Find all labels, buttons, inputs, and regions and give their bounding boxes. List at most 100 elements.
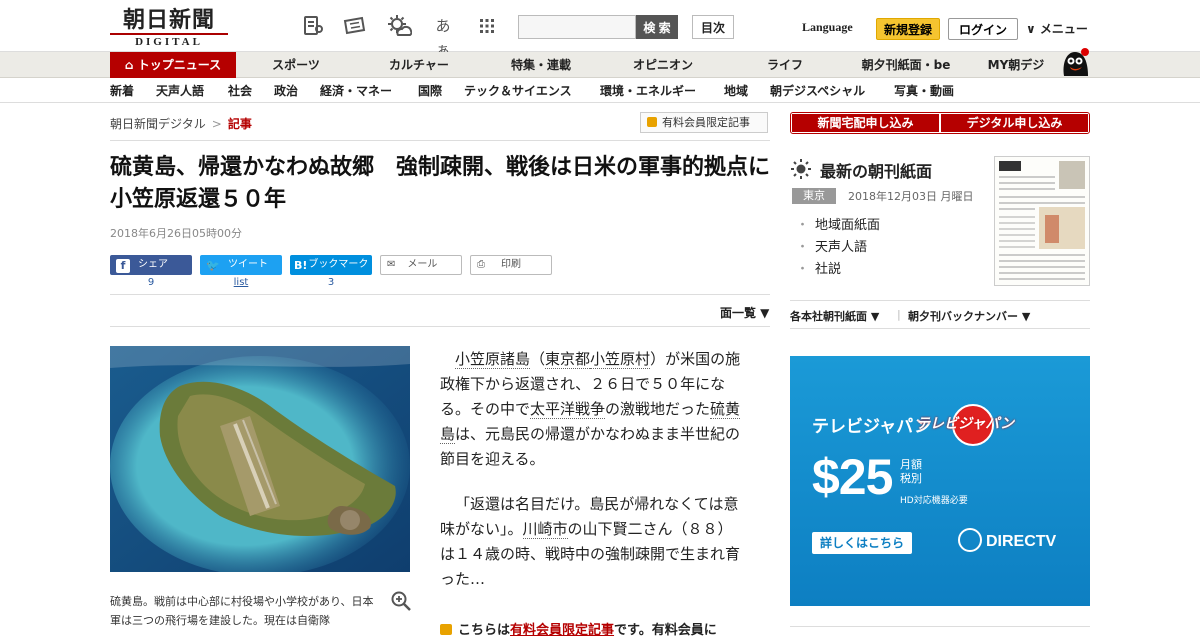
advertisement-banner[interactable]: テレビジャパン テレビジャパン $25 月額 税別 HD対応機器必要 詳しくはこ… bbox=[790, 356, 1090, 606]
nav-top-news[interactable]: ⌂ トップニュース bbox=[110, 52, 236, 78]
divider bbox=[110, 326, 770, 327]
breadcrumb-current: 記事 bbox=[227, 117, 252, 131]
bullet: ・ bbox=[796, 218, 810, 233]
ad-brand: DIRECTV bbox=[986, 533, 1057, 550]
site-header: 朝日新聞 DIGITAL あぁ 検 索 目次 Language 新規登録 ログイ… bbox=[0, 0, 1200, 59]
term-link[interactable]: 小笠原村 bbox=[590, 350, 651, 369]
weather-icon[interactable] bbox=[386, 14, 413, 38]
paper-link-tensei[interactable]: ・天声人語 bbox=[796, 236, 867, 255]
mail-button[interactable]: ✉ メール bbox=[380, 255, 462, 275]
mail-icon: ✉ bbox=[387, 259, 396, 270]
article-body: 小笠原諸島（東京都小笠原村）が米国の施政権下から返還され、２６日で５０年になる。… bbox=[440, 347, 744, 612]
article-photo[interactable] bbox=[110, 346, 410, 572]
language-link[interactable]: Language bbox=[802, 20, 853, 35]
ad-price: $25 bbox=[812, 449, 893, 505]
nav-politics[interactable]: 政治 bbox=[274, 79, 298, 103]
term-link[interactable]: 東京都 bbox=[545, 350, 591, 369]
divider bbox=[790, 626, 1090, 627]
hatena-count: 3 bbox=[327, 277, 335, 288]
nav-society[interactable]: 社会 bbox=[228, 79, 252, 103]
nav-world[interactable]: 国際 bbox=[418, 79, 442, 103]
paper-link-editorial[interactable]: ・社説 bbox=[796, 258, 841, 277]
print-button[interactable]: ⎙ 印刷 bbox=[470, 255, 552, 275]
nav-tensei[interactable]: 天声人語 bbox=[156, 79, 204, 103]
search-input[interactable] bbox=[518, 15, 636, 39]
nav-culture[interactable]: カルチャー bbox=[376, 52, 462, 78]
region-badge: 東京 bbox=[792, 188, 836, 204]
divider bbox=[110, 294, 770, 295]
digital-subscribe-button[interactable]: デジタル申し込み bbox=[941, 114, 1088, 132]
bullet: ・ bbox=[796, 240, 810, 255]
paragraph-2: 「返還は名目だけ。島民が帰れなくては意味がない」。川崎市の山下賢二さん（８８）は… bbox=[440, 495, 741, 588]
breadcrumb: 朝日新聞デジタル > 記事 bbox=[110, 115, 252, 132]
nav-opinion[interactable]: オピニオン bbox=[620, 52, 706, 78]
article-title: 硫黄島、帰還かなわぬ故郷 強制疎開、戦後は日米の軍事的拠点に 小笠原返還５０年 bbox=[110, 155, 793, 212]
mascot-icon[interactable] bbox=[1058, 44, 1092, 78]
menu-button[interactable]: ∨ メニュー bbox=[1026, 20, 1088, 37]
home-icon: ⌂ bbox=[124, 58, 138, 72]
font-size-icon[interactable]: あぁ bbox=[430, 14, 456, 59]
nav-special[interactable]: 朝デジスペシャル bbox=[770, 79, 865, 103]
news-doc-icon[interactable] bbox=[300, 14, 326, 38]
nav-sports[interactable]: スポーツ bbox=[256, 52, 336, 78]
paid-article-badge: 有料会員限定記事 bbox=[640, 112, 768, 133]
asahi-logo[interactable]: 朝日新聞 DIGITAL bbox=[110, 8, 228, 49]
nav-features[interactable]: 特集・連載 bbox=[496, 52, 586, 78]
logo-main: 朝日新聞 bbox=[122, 7, 215, 33]
nav-tech[interactable]: テック＆サイエンス bbox=[464, 79, 572, 103]
paid-article-link[interactable]: 有料会員限定記事 bbox=[510, 623, 614, 638]
apps-grid-icon[interactable] bbox=[474, 14, 500, 38]
nav-photo[interactable]: 写真・動画 bbox=[894, 79, 954, 103]
paragraph-1: 小笠原諸島（東京都小笠原村）が米国の施政権下から返還され、２６日で５０年になる。… bbox=[440, 350, 741, 468]
term-link[interactable]: 太平洋戦争 bbox=[530, 400, 606, 419]
bullet: ・ bbox=[796, 262, 810, 277]
nav-economy[interactable]: 経済・マネー bbox=[320, 79, 392, 103]
att-globe-icon bbox=[958, 528, 982, 552]
subscribe-bar: 新聞宅配申し込み デジタル申し込み bbox=[790, 112, 1090, 134]
ad-cta-button[interactable]: 詳しくはこちら bbox=[812, 532, 912, 554]
ad-badge-text: テレビジャパン bbox=[916, 416, 1014, 432]
twitter-count[interactable]: list bbox=[200, 277, 282, 288]
paywall-cta: こちらは有料会員限定記事です。有料会員に bbox=[440, 619, 717, 638]
ad-note: HD対応機器必要 bbox=[900, 496, 968, 506]
regional-papers-dropdown[interactable]: 各本社朝刊紙面 ▼ bbox=[790, 308, 879, 324]
sub-nav: 新着 天声人語 社会 政治 経済・マネー 国際 テック＆サイエンス 環境・エネル… bbox=[0, 79, 1200, 103]
hatena-icon: B! bbox=[294, 259, 308, 272]
register-button[interactable]: 新規登録 bbox=[876, 18, 940, 40]
nav-region[interactable]: 地域 bbox=[724, 79, 748, 103]
ad-title: テレビジャパン bbox=[812, 417, 931, 437]
breadcrumb-home[interactable]: 朝日新聞デジタル bbox=[110, 117, 206, 131]
term-link[interactable]: 川崎市 bbox=[522, 520, 568, 539]
nav-environment[interactable]: 環境・エネルギー bbox=[600, 79, 696, 103]
printer-icon: ⎙ bbox=[477, 259, 485, 270]
divider bbox=[790, 328, 1090, 329]
nav-life[interactable]: ライフ bbox=[748, 52, 822, 78]
nav-latest[interactable]: 新着 bbox=[110, 79, 134, 103]
page-list-dropdown[interactable]: 面一覧 ▼ bbox=[720, 304, 769, 321]
index-button[interactable]: 目次 bbox=[692, 15, 734, 39]
paper-thumbnail[interactable] bbox=[994, 156, 1090, 286]
back-numbers-dropdown[interactable]: 朝夕刊バックナンバー ▼ bbox=[908, 308, 1030, 324]
main-nav: ⌂ トップニュース スポーツ カルチャー 特集・連載 オピニオン ライフ 朝夕刊… bbox=[0, 52, 1200, 78]
search-button[interactable]: 検 索 bbox=[636, 15, 678, 39]
facebook-count: 9 bbox=[147, 277, 155, 288]
hatena-bookmark-button[interactable]: B!ブックマーク bbox=[290, 255, 372, 275]
breadcrumb-sep: > bbox=[211, 117, 222, 131]
paper-date: 2018年12月03日 月曜日 bbox=[848, 190, 974, 203]
login-button[interactable]: ログイン bbox=[948, 18, 1018, 40]
nav-my[interactable]: MY朝デジ bbox=[980, 52, 1052, 78]
lock-icon bbox=[647, 117, 657, 127]
logo-sub: DIGITAL bbox=[110, 33, 228, 49]
photo-caption: 硫黄島。戦前は中心部に村役場や小学校があり、日本軍は三つの飛行場を建設した。現在… bbox=[110, 595, 374, 627]
term-link[interactable]: 小笠原諸島 bbox=[455, 350, 531, 369]
twitter-tweet-button[interactable]: 🐦 ツイート bbox=[200, 255, 282, 275]
zoom-icon[interactable] bbox=[390, 590, 412, 612]
morning-paper-title: 最新の朝刊紙面 bbox=[820, 162, 933, 181]
separator: | bbox=[897, 308, 901, 321]
home-delivery-button[interactable]: 新聞宅配申し込み bbox=[792, 114, 939, 132]
nav-paper[interactable]: 朝夕刊紙面・be bbox=[852, 52, 960, 78]
newspaper-icon[interactable] bbox=[342, 14, 368, 38]
paper-link-region[interactable]: ・地域面紙面 bbox=[796, 214, 880, 233]
divider bbox=[790, 300, 1090, 301]
facebook-share-button[interactable]: f シェア bbox=[110, 255, 192, 275]
